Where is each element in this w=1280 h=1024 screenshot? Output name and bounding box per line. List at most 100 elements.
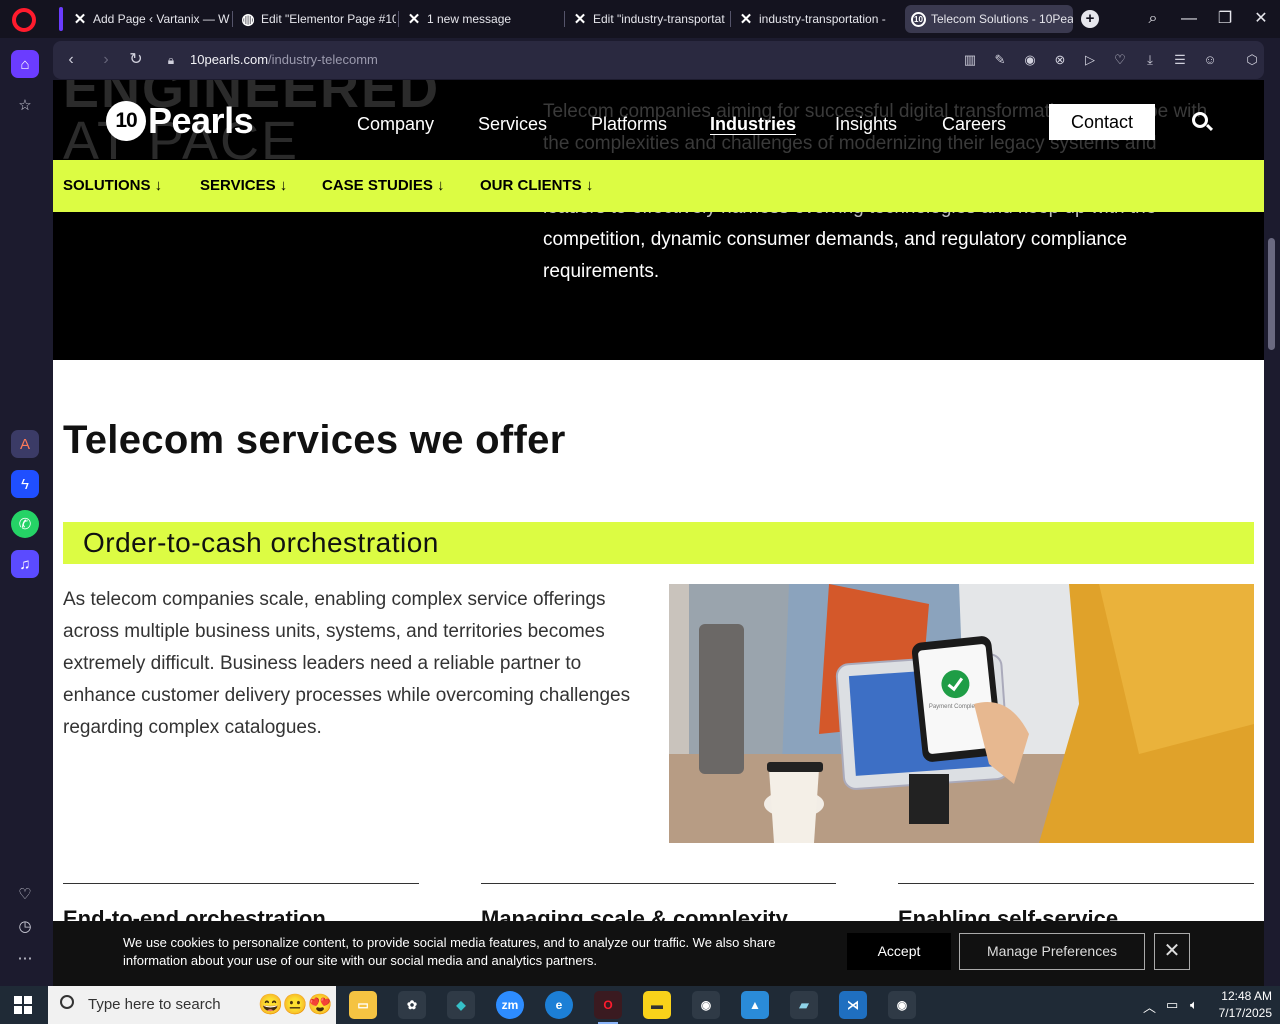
column-divider	[63, 883, 419, 884]
search-icon[interactable]	[1192, 112, 1208, 128]
tab-label: 1 new message	[427, 12, 512, 26]
subnav-case-studies[interactable]: CASE STUDIES ↓	[322, 177, 445, 194]
taskbar-clock[interactable]: 12:48 AM 7/17/2025	[1210, 988, 1272, 1022]
url-domain: 10pearls.com	[190, 52, 269, 67]
back-button[interactable]: ‹	[61, 50, 81, 70]
close-window-button[interactable]: ✕	[1249, 8, 1273, 30]
cookie-accept-button[interactable]: Accept	[847, 933, 951, 970]
adblock-icon[interactable]: ⊗	[1051, 51, 1069, 69]
payment-scene-illustration: Payment Completed	[669, 584, 1254, 843]
url-field[interactable]: 10pearls.com/industry-telecomm	[190, 52, 378, 67]
tab-edit-transportation[interactable]: ✕ Edit "industry-transportat	[566, 5, 728, 33]
x-icon: ✕	[73, 11, 87, 28]
heart-icon[interactable]: ♡	[11, 880, 39, 908]
emoji-icon: 😄😐😍	[258, 994, 333, 1016]
reload-button[interactable]: ↻	[126, 50, 146, 70]
service-photo: Payment Completed	[669, 584, 1254, 843]
tab-add-page[interactable]: ✕ Add Page ‹ Vartanix — W	[66, 5, 230, 33]
extensions-icon[interactable]: ⬡	[1243, 51, 1261, 69]
profile-icon[interactable]: ☺	[1201, 51, 1219, 69]
easy-setup-icon[interactable]: ☰	[1171, 51, 1189, 69]
file-explorer-icon[interactable]: ▭	[349, 991, 377, 1019]
minimize-button[interactable]: —	[1177, 8, 1201, 30]
star-icon[interactable]: ☆	[11, 91, 39, 119]
hero-text-line: competition, dynamic consumer demands, a…	[543, 229, 1128, 250]
more-options-icon[interactable]: ⋯	[11, 944, 39, 972]
photos-icon[interactable]: ▲	[741, 991, 769, 1019]
zoom-icon[interactable]: zm	[496, 991, 524, 1019]
edge-icon[interactable]: e	[545, 991, 573, 1019]
tab-elementor-page[interactable]: ◍ Edit "Elementor Page #10	[234, 5, 396, 33]
logo-mark: 10	[106, 101, 146, 141]
volume-icon[interactable]: 🔈︎	[1190, 997, 1198, 1013]
page-scrollbar[interactable]	[1264, 80, 1280, 986]
app-diamond-icon[interactable]: ◆	[447, 991, 475, 1019]
paint-icon[interactable]: ✿	[398, 991, 426, 1019]
globe-icon: ◍	[241, 11, 255, 28]
history-icon[interactable]: ◷	[11, 912, 39, 940]
windows-taskbar: Type here to search 😄😐😍 ▭ ✿ ◆ zm e O ▬ ◉…	[0, 986, 1280, 1024]
opera-logo-icon[interactable]	[12, 8, 36, 32]
taskbar-search-placeholder: Type here to search	[88, 996, 221, 1013]
section-heading: Telecom services we offer	[63, 418, 566, 462]
camera-icon[interactable]: ◉	[1021, 51, 1039, 69]
show-hidden-icons[interactable]: ︿	[1143, 997, 1156, 1016]
send-icon[interactable]: ▷	[1081, 51, 1099, 69]
nav-industries[interactable]: Industries	[710, 114, 796, 135]
aria-icon[interactable]: A	[11, 430, 39, 458]
subnav-our-clients[interactable]: OUR CLIENTS ↓	[480, 177, 593, 194]
search-tabs-icon[interactable]: ⌕	[1141, 8, 1165, 30]
clock-time: 12:48 AM	[1221, 989, 1272, 1003]
chrome-icon[interactable]: ◉	[692, 991, 720, 1019]
app-book-icon[interactable]: ▰	[790, 991, 818, 1019]
url-path: /industry-telecomm	[268, 52, 378, 67]
nav-services[interactable]: Services	[478, 114, 547, 135]
messenger-icon[interactable]: ϟ	[11, 470, 39, 498]
tab-separator	[730, 11, 731, 27]
new-tab-button[interactable]: +	[1081, 10, 1099, 28]
subnav-solutions[interactable]: SOLUTIONS ↓	[63, 177, 162, 194]
tab-separator	[232, 11, 233, 27]
tab-label: Edit "industry-transportat	[593, 12, 725, 26]
nav-careers[interactable]: Careers	[942, 114, 1006, 135]
whatsapp-icon[interactable]: ✆	[11, 510, 39, 538]
column-divider	[481, 883, 836, 884]
x-icon: ✕	[407, 11, 421, 28]
nav-insights[interactable]: Insights	[835, 114, 897, 135]
cookie-close-icon[interactable]: ✕	[1154, 933, 1190, 970]
sticky-notes-icon[interactable]: ▬	[643, 991, 671, 1019]
browser-sidebar: ⌂ ☆ A ϟ ✆ ♫ ♡ ◷ ⋯	[0, 38, 50, 986]
reader-mode-icon[interactable]: ▥	[961, 51, 979, 69]
music-player-icon[interactable]: ♫	[11, 550, 39, 578]
windows-start-icon[interactable]	[14, 996, 32, 1014]
contact-button[interactable]: Contact	[1049, 104, 1155, 140]
column-divider	[898, 883, 1254, 884]
restore-button[interactable]: ❐	[1213, 8, 1237, 30]
taskbar-search[interactable]: Type here to search 😄😐😍	[48, 986, 336, 1024]
x-icon: ✕	[739, 11, 753, 28]
network-icon[interactable]: ▭	[1166, 997, 1178, 1013]
lock-icon[interactable]: 🔒︎	[161, 50, 181, 70]
vscode-icon[interactable]: ⋊	[839, 991, 867, 1019]
forward-button[interactable]: ›	[96, 50, 116, 70]
download-icon[interactable]: ⤓	[1141, 51, 1159, 69]
manage-preferences-button[interactable]: Manage Preferences	[959, 933, 1145, 970]
service-title-bar: Order-to-cash orchestration	[63, 522, 1254, 564]
tab-transportation[interactable]: ✕ industry-transportation -	[732, 5, 898, 33]
x-icon: ✕	[573, 11, 587, 28]
nav-platforms[interactable]: Platforms	[591, 114, 667, 135]
tab-new-message[interactable]: ✕ 1 new message	[400, 5, 560, 33]
sub-navigation: SOLUTIONS ↓ SERVICES ↓ CASE STUDIES ↓ OU…	[53, 160, 1264, 212]
nav-company[interactable]: Company	[357, 114, 434, 135]
opera-icon[interactable]: O	[594, 991, 622, 1024]
site-logo[interactable]: 10 Pearls	[106, 100, 254, 142]
edit-icon[interactable]: ✎	[991, 51, 1009, 69]
home-icon[interactable]: ⌂	[11, 50, 39, 78]
chrome-icon[interactable]: ◉	[888, 991, 916, 1019]
scrollbar-thumb[interactable]	[1268, 238, 1275, 350]
subnav-services[interactable]: SERVICES ↓	[200, 177, 287, 194]
tab-telecom-solutions[interactable]: 10 Telecom Solutions - 10Pea	[905, 5, 1073, 33]
favorite-icon[interactable]: ♡	[1111, 51, 1129, 69]
cookie-text: We use cookies to personalize content, t…	[123, 935, 776, 968]
service-description: As telecom companies scale, enabling com…	[63, 589, 631, 738]
